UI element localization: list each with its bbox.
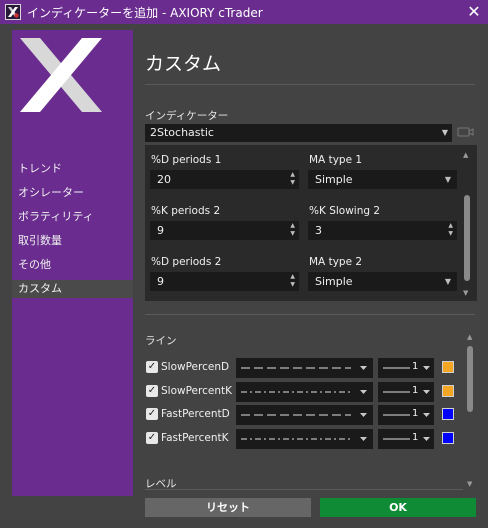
line-name: FastPercentK [161,432,229,444]
sidebar-item-label: トレンド [18,162,62,175]
sidebar-item-volume[interactable]: 取引数量 [18,232,133,250]
param-input-d-periods-2[interactable]: 9 ▲ ▼ [150,272,299,291]
window-title: インディケーターを追加 - AXIORY cTrader [27,6,263,20]
param-label: %K Slowing 2 [309,205,381,217]
sidebar-item-volatility[interactable]: ボラティリティ [18,208,133,226]
line-style-select[interactable] [236,429,373,449]
sidebar-item-label: その他 [18,258,51,271]
param-label: MA type 2 [309,256,363,268]
parameters-panel: %D periods 1 20 ▲ ▼ MA type 1 Simple ▼ %K… [145,145,477,301]
line-name: FastPercentD [161,408,230,420]
param-label: %D periods 2 [151,256,222,268]
ok-button[interactable]: OK [320,498,476,517]
param-label: %D periods 1 [151,154,222,166]
param-value: Simple [315,173,353,186]
indicator-select[interactable]: 2Stochastic ▼ [145,124,452,142]
scroll-down-icon[interactable]: ▼ [467,480,472,488]
param-value: 20 [157,173,171,186]
line-enabled-checkbox[interactable]: ✓ [146,432,158,444]
brand-logo [20,38,102,112]
line-color-swatch[interactable] [442,408,454,420]
line-name: SlowPercenD [161,361,230,373]
sidebar-item-oscillator[interactable]: オシレーター [18,184,133,202]
reset-button[interactable]: リセット [145,498,311,517]
lines-section-title: ライン [145,335,177,347]
line-width-select[interactable]: 1 [378,358,434,378]
line-width-value: 1 [412,361,419,372]
line-width-value: 1 [412,408,419,419]
line-style-select[interactable] [236,382,373,402]
sidebar: トレンド オシレーター ボラティリティ 取引数量 その他 カスタム [12,30,133,496]
sidebar-item-custom[interactable]: カスタム [12,280,133,298]
line-color-swatch[interactable] [442,385,454,397]
divider [145,84,475,85]
indicator-value: 2Stochastic [150,126,214,139]
scrollbar-thumb[interactable] [467,346,473,412]
line-row-fast-percent-d: ✓ FastPercentD 1 [145,405,465,425]
close-icon[interactable]: ✕ [460,0,488,24]
divider [145,489,463,490]
sidebar-item-trend[interactable]: トレンド [18,160,133,178]
chevron-down-icon: ▼ [441,128,448,137]
param-label: %K periods 2 [151,205,221,217]
window-titlebar: インディケーターを追加 - AXIORY cTrader ✕ [0,0,488,24]
spinner-arrows-icon[interactable]: ▲ ▼ [290,222,295,238]
line-row-slow-percent-k: ✓ SlowPercentK 1 [145,382,465,402]
line-style-select[interactable] [236,358,373,378]
param-select-ma-type-1[interactable]: Simple ▼ [308,170,457,189]
param-input-k-slowing-2[interactable]: 3 ▲ ▼ [308,221,457,240]
divider [145,314,475,315]
sidebar-item-label: オシレーター [18,186,84,199]
line-style-select[interactable] [236,405,373,425]
param-value: Simple [315,275,353,288]
line-width-value: 1 [412,385,419,396]
param-label: MA type 1 [309,154,363,166]
line-width-select[interactable]: 1 [378,405,434,425]
spinner-arrows-icon[interactable]: ▲ ▼ [290,171,295,187]
scrollbar-thumb[interactable] [464,195,470,281]
line-width-select[interactable]: 1 [378,429,434,449]
sidebar-item-label: ボラティリティ [18,210,94,223]
param-input-k-periods-2[interactable]: 9 ▲ ▼ [150,221,299,240]
line-color-swatch[interactable] [442,361,454,373]
sidebar-item-label: カスタム [18,282,62,295]
line-color-swatch[interactable] [442,432,454,444]
line-enabled-checkbox[interactable]: ✓ [146,361,158,373]
param-input-d-periods-1[interactable]: 20 ▲ ▼ [150,170,299,189]
line-enabled-checkbox[interactable]: ✓ [146,385,158,397]
line-width-select[interactable]: 1 [378,382,434,402]
scroll-up-icon[interactable]: ▲ [463,151,468,159]
video-icon[interactable] [456,124,476,140]
scroll-up-icon[interactable]: ▲ [467,333,472,341]
spinner-arrows-icon[interactable]: ▲ ▼ [290,273,295,289]
spinner-arrows-icon[interactable]: ▲ ▼ [448,222,453,238]
page-title: カスタム [145,53,222,75]
line-enabled-checkbox[interactable]: ✓ [146,408,158,420]
param-select-ma-type-2[interactable]: Simple ▼ [308,272,457,291]
line-row-slow-percent-d: ✓ SlowPercenD 1 [145,358,465,378]
param-value: 9 [157,224,164,237]
sidebar-item-other[interactable]: その他 [18,256,133,274]
line-width-value: 1 [412,432,419,443]
param-value: 9 [157,275,164,288]
sidebar-item-label: 取引数量 [18,234,62,247]
scroll-down-icon[interactable]: ▼ [463,289,468,297]
indicator-label: インディケーター [145,110,229,122]
app-logo-icon [5,4,21,20]
chevron-down-icon: ▼ [444,277,451,286]
line-name: SlowPercentK [161,385,232,397]
chevron-down-icon: ▼ [444,175,451,184]
param-value: 3 [315,224,322,237]
line-row-fast-percent-k: ✓ FastPercentK 1 [145,429,465,449]
